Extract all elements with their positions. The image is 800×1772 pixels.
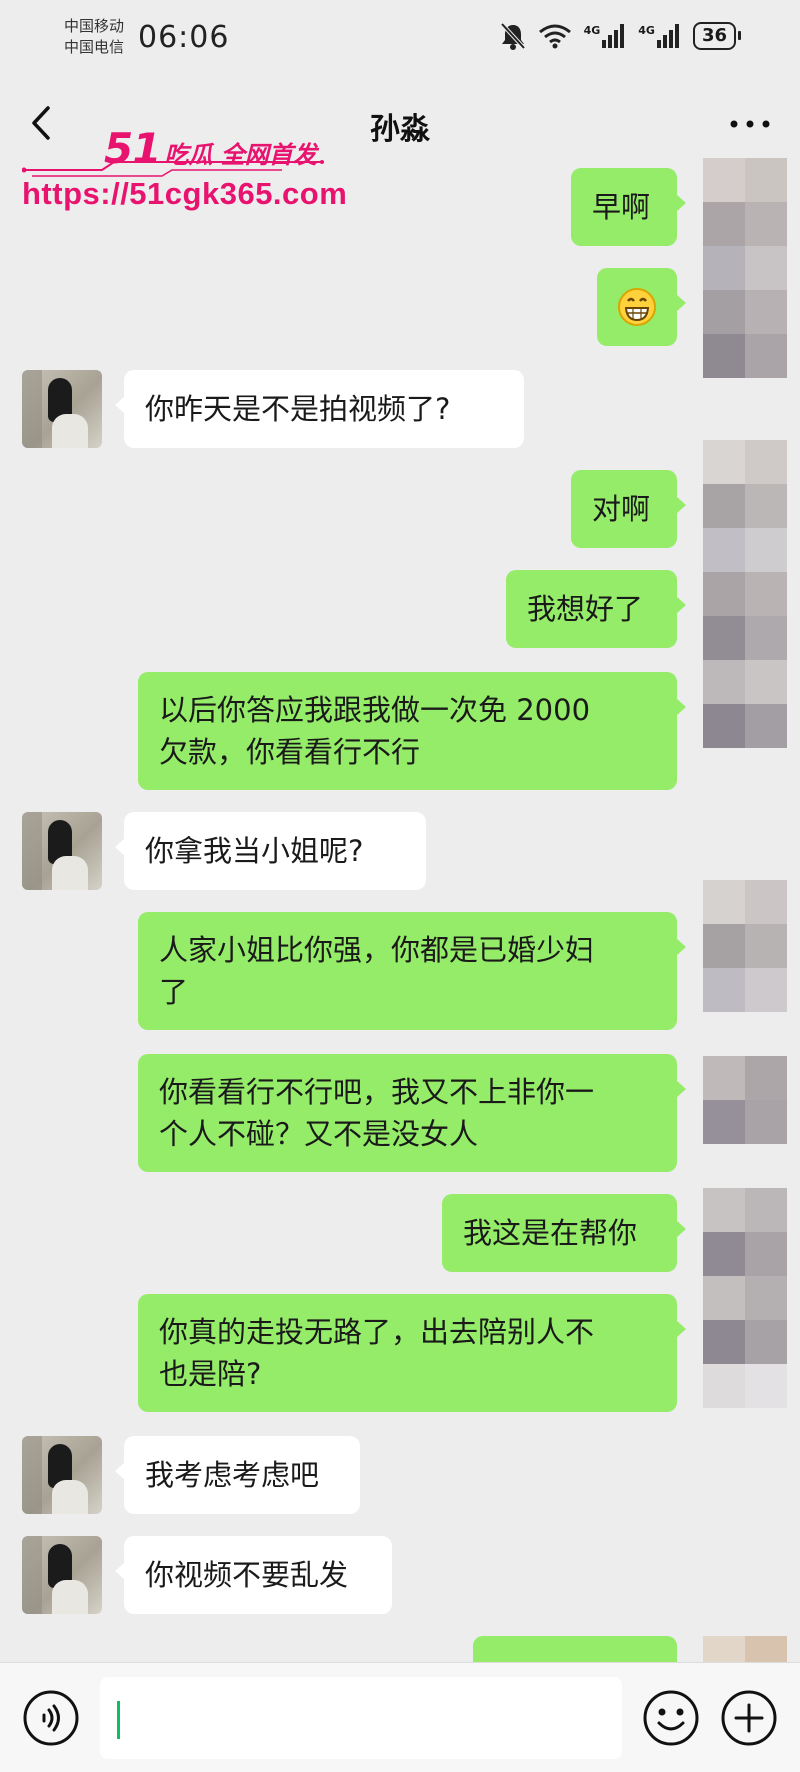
more-dots-icon	[730, 120, 770, 128]
message-text-line-2: 也是陪?	[159, 1357, 262, 1391]
contact-avatar[interactable]	[22, 370, 102, 448]
message-text-line-2: 个人不碰？又不是没女人	[159, 1117, 479, 1151]
plus-icon	[721, 1690, 777, 1746]
message-text-line-1: 你真的走投无路了，出去陪别人不	[159, 1315, 595, 1349]
sim1-network-label: 4G	[583, 24, 601, 37]
chat-header: 孙淼	[0, 78, 800, 170]
message-bubble-outgoing[interactable]: 对啊	[571, 470, 686, 548]
message-text: 早啊	[592, 190, 651, 224]
more-button[interactable]	[728, 116, 772, 132]
carrier-1-label: 中国移动	[64, 17, 125, 35]
message-bubble-outgoing[interactable]: 我想好了	[506, 570, 686, 648]
message-text: 你拿我当小姐呢?	[145, 834, 364, 868]
signal-bars-icon	[602, 24, 625, 48]
message-text-line-1: 以后你答应我跟我做一次免 2000	[159, 693, 591, 727]
battery-indicator: 36	[692, 22, 742, 50]
censored-avatar	[703, 440, 787, 748]
message-text: 我想好了	[527, 592, 644, 626]
censored-avatar	[703, 1056, 787, 1144]
censored-avatar	[703, 1188, 787, 1408]
contact-avatar[interactable]	[22, 812, 102, 890]
voice-icon	[23, 1690, 79, 1746]
message-bubble-outgoing[interactable]: 以后你答应我跟我做一次免 2000 欠款，你看看行不行	[138, 672, 686, 790]
message-bubble-outgoing[interactable]	[597, 268, 686, 346]
carrier-2-label: 中国电信	[64, 38, 125, 56]
contact-avatar[interactable]	[22, 1436, 102, 1514]
message-text-line-2: 欠款，你看看行不行	[159, 735, 421, 769]
message-bubble-outgoing[interactable]: 我这是在帮你	[442, 1194, 686, 1272]
clock: 06:06	[138, 20, 230, 55]
sim2-network-label: 4G	[638, 24, 655, 37]
text-caret	[117, 1701, 120, 1739]
censored-avatar	[703, 158, 787, 378]
mute-bell-icon	[500, 22, 526, 50]
system-icons: 4G 4G 36	[500, 22, 742, 50]
message-bubble-incoming[interactable]: 你昨天是不是拍视频了?	[115, 370, 524, 448]
message-text-line-2: 了	[159, 975, 189, 1009]
message-text-line-1: 你看看行不行吧，我又不上非你一	[159, 1075, 595, 1109]
message-text: 对啊	[592, 492, 651, 526]
more-functions-button[interactable]	[720, 1689, 778, 1747]
message-bubble-incoming[interactable]: 你视频不要乱发	[115, 1536, 392, 1614]
sim1-signal: 4G	[584, 24, 627, 48]
message-text: 你昨天是不是拍视频了?	[145, 392, 451, 426]
message-bubble-outgoing[interactable]: 人家小姐比你强，你都是已婚少妇 了	[138, 912, 686, 1030]
signal-bars-icon	[656, 24, 679, 48]
status-bar: 中国移动 中国电信 06:06 4G 4G 36	[0, 0, 800, 78]
emoji-button[interactable]	[642, 1689, 700, 1747]
contact-avatar[interactable]	[22, 1536, 102, 1614]
chat-title: 孙淼	[370, 112, 430, 147]
grinning-face-icon	[618, 288, 656, 326]
message-bubble-incoming[interactable]: 我考虑考虑吧	[115, 1436, 360, 1514]
message-bubble-outgoing[interactable]: 你看看行不行吧，我又不上非你一 个人不碰？又不是没女人	[138, 1054, 686, 1172]
wifi-icon	[538, 24, 571, 49]
message-bubble-incoming[interactable]: 你拿我当小姐呢?	[115, 812, 426, 890]
message-text-line-1: 人家小姐比你强，你都是已婚少妇	[159, 933, 595, 967]
message-text: 你视频不要乱发	[145, 1558, 349, 1592]
message-text: 我考虑考虑吧	[145, 1458, 320, 1492]
sim2-signal: 4G	[638, 24, 681, 48]
message-input[interactable]	[100, 1677, 622, 1759]
message-bubble-outgoing-partial[interactable]	[473, 1636, 677, 1662]
input-bar	[0, 1662, 800, 1772]
carrier-info: 中国移动 中国电信	[64, 16, 124, 58]
message-text: 我这是在帮你	[463, 1216, 638, 1250]
censored-avatar	[703, 880, 787, 1012]
voice-button[interactable]	[22, 1689, 80, 1747]
message-bubble-outgoing[interactable]: 早啊	[571, 168, 686, 246]
emoji-icon	[643, 1690, 699, 1746]
watermark-url: https://51cgk365.com	[22, 176, 348, 211]
message-bubble-outgoing[interactable]: 你真的走投无路了，出去陪别人不 也是陪?	[138, 1294, 686, 1412]
censored-avatar	[703, 1636, 787, 1662]
